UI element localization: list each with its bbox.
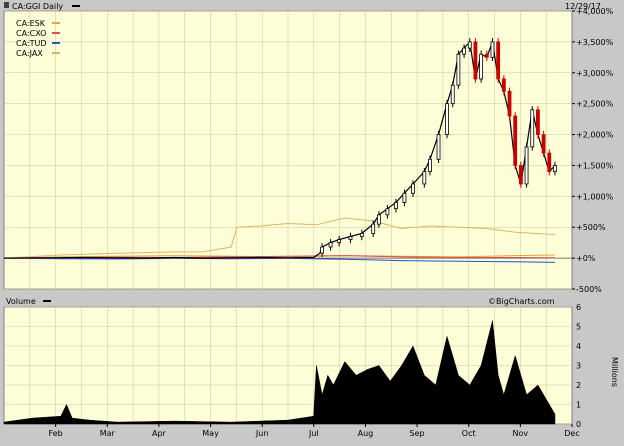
chart-svg: CA:GGI Daily 12/29/17-500%+0%+500%+1,000%…	[0, 0, 624, 442]
price-tick-label: +3,000%	[576, 69, 614, 78]
price-candle-body	[496, 41, 501, 80]
price-candle-body	[479, 53, 484, 80]
volume-tick-label: 3	[576, 362, 581, 371]
price-candle-body	[467, 41, 472, 49]
price-tick-label: +1,000%	[576, 192, 614, 201]
legend-entry-label: CA:TUD	[16, 39, 47, 48]
price-candle-body	[445, 103, 449, 135]
price-candle-body	[428, 158, 432, 173]
volume-tick-label: 5	[576, 323, 581, 332]
legend-entry-label: CA:CXO	[16, 29, 46, 38]
price-candle-body	[507, 90, 512, 117]
price-tick-label: +3,500%	[576, 38, 614, 47]
price-candle-body	[320, 246, 324, 254]
price-candle-body	[473, 41, 478, 80]
price-candle-body	[359, 232, 364, 237]
price-candle-body	[553, 165, 557, 173]
chart-title: CA:GGI Daily	[12, 2, 63, 11]
price-candle-body	[385, 208, 390, 216]
x-tick-label: Oct	[462, 429, 476, 438]
price-tick-label: +4,000%	[576, 7, 614, 16]
volume-tick-label: 0	[576, 420, 581, 429]
price-candle-body	[547, 152, 552, 173]
price-candle-body	[536, 109, 540, 135]
stock-chart: CA:GGI Daily 12/29/17 -500% +0% +500% +1,000%…	[0, 0, 624, 442]
price-tick-label: +500%	[576, 223, 606, 232]
price-candle-body	[402, 192, 407, 203]
price-candle-body	[328, 242, 333, 248]
price-candle-body	[518, 165, 523, 185]
price-candle-body	[462, 47, 466, 55]
price-candle-body	[530, 109, 535, 148]
x-tick-label: Mar	[100, 429, 116, 438]
price-candle-body	[436, 134, 441, 160]
price-candle-body	[422, 171, 427, 185]
x-tick-label: Feb	[49, 429, 63, 438]
price-candle-body	[450, 84, 455, 105]
price-candle-body	[524, 146, 529, 185]
volume-tick-label: 4	[576, 342, 581, 351]
price-candle-body	[513, 115, 518, 166]
x-tick-label: Aug	[358, 429, 374, 438]
price-candle-body	[456, 53, 461, 86]
price-candle-body	[394, 202, 398, 210]
price-tick-label: +2,500%	[576, 100, 614, 109]
price-tick-label: -500%	[576, 285, 602, 294]
volume-label: Volume	[6, 297, 36, 306]
price-tick-label: +1,500%	[576, 161, 614, 170]
volume-unit-label: Millions	[610, 357, 619, 387]
x-tick-label: Jun	[255, 429, 269, 438]
price-candle-body	[348, 236, 353, 240]
volume-tick-label: 2	[576, 381, 581, 390]
volume-tick-label: 1	[576, 401, 581, 410]
price-tick-label: +0%	[576, 254, 596, 263]
legend-entry-label: CA:ESK	[16, 19, 46, 28]
x-tick-label: Apr	[152, 429, 167, 438]
price-candle-body	[484, 53, 489, 58]
price-candle-body	[376, 214, 381, 225]
x-tick-label: Dec	[564, 429, 579, 438]
x-tick-label: Nov	[513, 429, 529, 438]
price-candle-body	[501, 78, 506, 92]
price-tick-label: +2,000%	[576, 131, 614, 140]
price-candle-body	[337, 239, 342, 244]
x-tick-label: Jul	[308, 429, 319, 438]
x-tick-label: Sep	[410, 429, 425, 438]
x-tick-label: May	[202, 429, 219, 438]
chart-watermark: ©BigCharts.com	[488, 297, 555, 306]
price-candle-body	[541, 134, 546, 154]
title-icon	[4, 2, 9, 8]
volume-tick-label: 6	[576, 303, 581, 312]
price-candle-body	[490, 41, 495, 58]
price-candle-body	[411, 183, 415, 194]
legend-entry-label: CA:JAX	[16, 49, 43, 58]
price-candle-body	[371, 223, 376, 234]
